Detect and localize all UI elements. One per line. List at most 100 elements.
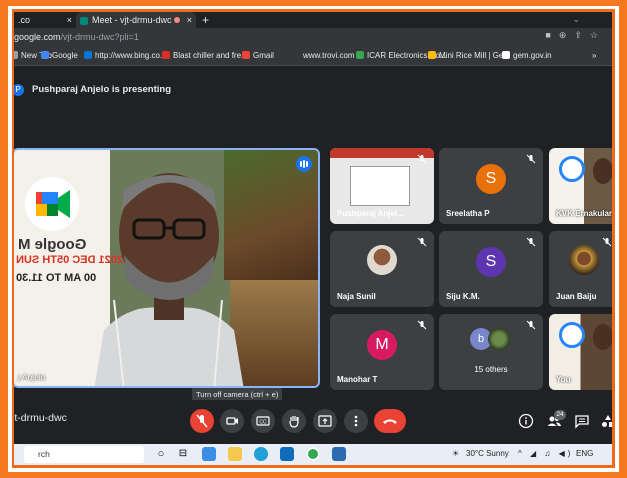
participant-tile[interactable]: b 15 others xyxy=(439,314,543,390)
bookmark-page[interactable]: www.trovi.com xyxy=(292,50,355,62)
participant-name: Pushparaj Anjel... xyxy=(337,209,404,218)
captions-icon: CC xyxy=(256,416,270,426)
avatar xyxy=(367,245,397,275)
bookmark-gem[interactable]: Mini Rice Mill | GeM xyxy=(428,50,510,62)
recording-icon xyxy=(174,17,180,23)
end-call-icon xyxy=(383,419,397,424)
new-tab-button[interactable]: + xyxy=(202,12,209,28)
participant-tile[interactable]: You xyxy=(549,314,612,390)
present-icon xyxy=(318,415,332,427)
close-icon[interactable]: × xyxy=(67,12,72,28)
bing-icon xyxy=(84,51,92,59)
chevron-down-icon[interactable]: ⌄ xyxy=(572,14,580,25)
cortana-icon[interactable]: ○ xyxy=(154,447,168,461)
bookmark-label: Google xyxy=(52,51,78,60)
info-icon[interactable] xyxy=(518,413,534,429)
meet-logo-icon xyxy=(559,156,585,182)
participant-tile[interactable]: M Manohar T xyxy=(330,314,434,390)
chat-icon[interactable] xyxy=(574,413,590,429)
language-indicator[interactable]: ENG xyxy=(576,449,593,458)
mic-off-button[interactable] xyxy=(190,409,214,433)
bookmark-pdf[interactable]: Blast chiller and fre... xyxy=(162,50,248,62)
mail-icon[interactable] xyxy=(280,447,294,461)
zoom-icon[interactable]: ⊕ xyxy=(559,30,575,40)
photos-icon[interactable] xyxy=(332,447,346,461)
meeting-code: jt-drmu-dwc xyxy=(14,412,67,424)
more-options-button[interactable] xyxy=(344,409,368,433)
folder-icon[interactable] xyxy=(228,447,242,461)
participant-tile[interactable]: Pushparaj Anjel... xyxy=(330,148,434,224)
activities-icon[interactable] xyxy=(600,413,612,429)
presenting-text: Pushparaj Anjelo is presenting xyxy=(32,84,172,95)
avatar: M xyxy=(367,330,397,360)
participant-tile[interactable]: Juan Baiju xyxy=(549,231,612,307)
weather-icon: ☀ xyxy=(452,449,460,458)
bookmark-label: http://www.bing.co... xyxy=(95,51,167,60)
slide-title: Google M xyxy=(18,236,87,253)
video-feed xyxy=(593,324,612,350)
bookmark-gmail[interactable]: Gmail xyxy=(242,50,274,62)
participant-name: Manohar T xyxy=(337,375,378,384)
task-view-icon[interactable]: ⊟ xyxy=(176,447,190,461)
bookmark-label: Gmail xyxy=(253,51,274,60)
url-path: /vjt-drmu-dwc?pli=1 xyxy=(60,32,139,42)
bookmarks-more-button[interactable]: » xyxy=(592,50,596,62)
screen: .co × Meet - vjt-drmu-dwc × + ⌄ google.c… xyxy=(14,12,612,465)
participant-tile[interactable]: KVK Ernakulam xyxy=(549,148,612,224)
camera-icon xyxy=(226,417,238,425)
star-icon[interactable]: ☆ xyxy=(590,30,606,40)
bookmark-gem-gov[interactable]: gem.gov.in xyxy=(502,50,552,62)
meet-icon xyxy=(80,16,88,25)
taskbar-search-input[interactable]: rch xyxy=(24,446,144,463)
audio-level-icon xyxy=(296,156,312,172)
avatar: S xyxy=(476,247,506,277)
gem-gov-icon xyxy=(502,51,510,59)
participant-tile[interactable]: S Siju K.M. xyxy=(439,231,543,307)
mic-off-icon xyxy=(417,154,427,164)
google-icon xyxy=(41,51,49,59)
present-button[interactable] xyxy=(313,409,337,433)
meeting-controls-bar: jt-drmu-dwc CC xyxy=(14,400,612,444)
raise-hand-button[interactable] xyxy=(282,409,306,433)
more-vert-icon xyxy=(354,415,358,427)
url-host: google.com xyxy=(14,32,61,42)
icar-icon xyxy=(356,51,364,59)
bookmark-label: www.trovi.com xyxy=(303,51,355,60)
participant-name: Naja Sunil xyxy=(337,292,376,301)
browser-tab-bar: .co × Meet - vjt-drmu-dwc × + ⌄ xyxy=(14,12,612,28)
close-icon[interactable]: × xyxy=(187,12,192,28)
avatar: P xyxy=(14,84,24,96)
participant-name: You xyxy=(556,375,571,384)
bookmark-label: Blast chiller and fre... xyxy=(173,51,248,60)
presenter-tile[interactable]: Google M 2021 DEC 05TH SUN 00 AM TO 11.3… xyxy=(14,148,320,388)
weather-status[interactable]: 30°C Sunny xyxy=(466,449,509,458)
participant-count-badge: 24 xyxy=(554,410,566,420)
participant-name: Sreelatha P xyxy=(446,209,490,218)
captions-button[interactable]: CC xyxy=(251,409,275,433)
mic-off-icon xyxy=(602,237,612,247)
avatar xyxy=(569,245,599,275)
leave-call-button[interactable] xyxy=(374,409,406,433)
participant-tile[interactable]: S Sreelatha P xyxy=(439,148,543,224)
participant-name: Siju K.M. xyxy=(446,292,480,301)
bookmark-bing[interactable]: http://www.bing.co... xyxy=(84,50,167,62)
tab-title: Meet - vjt-drmu-dwc xyxy=(92,15,172,25)
pdf-icon xyxy=(162,51,170,59)
camera-icon[interactable]: ■ xyxy=(545,30,558,40)
windows-taskbar: rch ○ ⊟ ☀ 30°C Sunny ^ ◢ ♫ ◀) ENG xyxy=(14,444,612,465)
avatar xyxy=(488,328,510,350)
url-field[interactable]: google.com/vjt-drmu-dwc?pli=1 xyxy=(14,30,139,44)
browser-tab[interactable]: .co × xyxy=(14,12,76,28)
mic-off-icon xyxy=(417,237,427,247)
participant-tile[interactable]: Naja Sunil xyxy=(330,231,434,307)
bookmark-google[interactable]: Google xyxy=(41,50,78,62)
system-tray-icons[interactable]: ^ ◢ ♫ ◀) xyxy=(518,449,573,458)
camera-button[interactable] xyxy=(220,409,244,433)
mic-off-icon xyxy=(526,154,536,164)
chrome-icon[interactable] xyxy=(306,447,320,461)
presenter-video xyxy=(94,173,244,386)
gmail-icon xyxy=(242,51,250,59)
edge-icon[interactable] xyxy=(254,447,268,461)
share-icon[interactable]: ⇪ xyxy=(574,30,590,40)
app-icon[interactable] xyxy=(202,447,216,461)
